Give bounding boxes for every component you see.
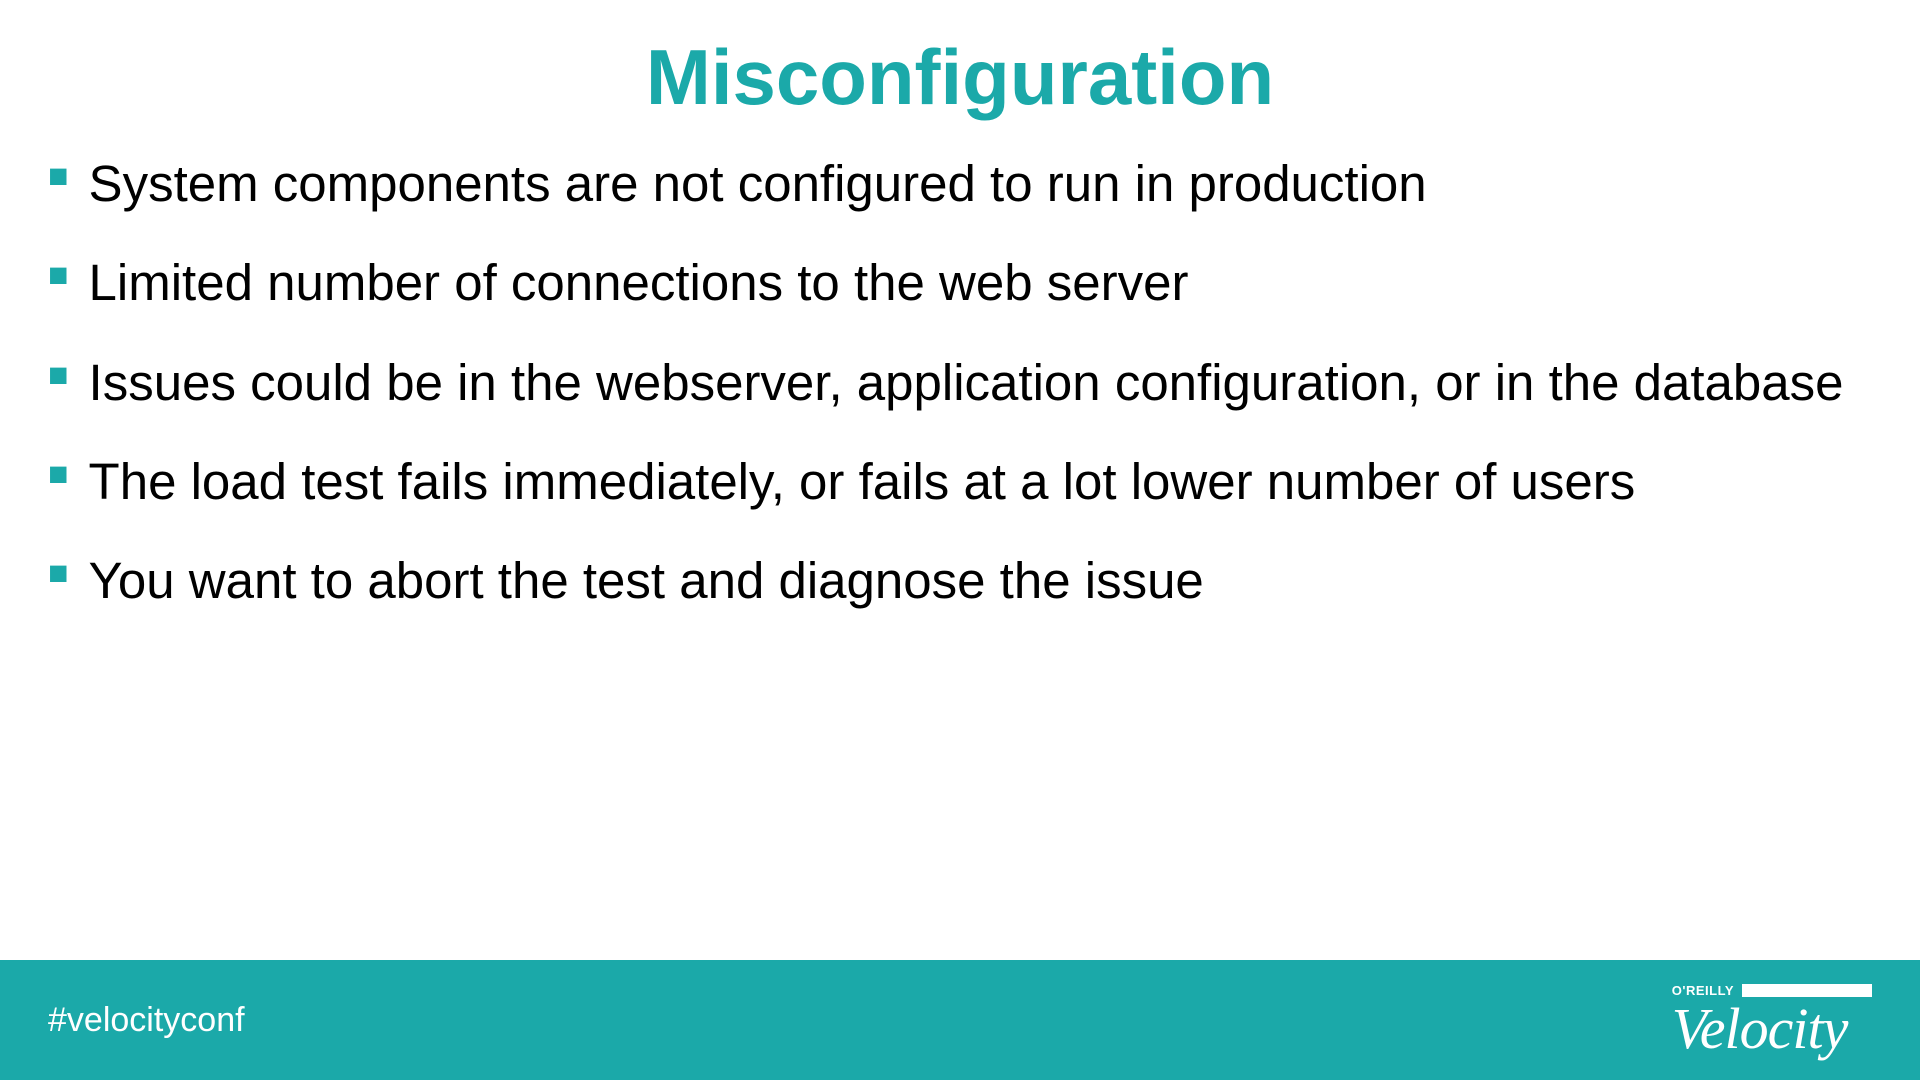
bullet-marker-icon: ■ <box>48 159 69 193</box>
velocity-wordmark: Velocity <box>1672 1000 1848 1058</box>
bullet-item: ■ Limited number of connections to the w… <box>48 250 1860 315</box>
bullet-text: The load test fails immediately, or fail… <box>89 449 1636 514</box>
bullet-item: ■ System components are not configured t… <box>48 151 1860 216</box>
bullet-marker-icon: ■ <box>48 258 69 292</box>
slide-footer: #velocityconf O'REILLY Velocity <box>0 960 1920 1080</box>
slide-title: Misconfiguration <box>0 0 1920 151</box>
bullet-item: ■ Issues could be in the webserver, appl… <box>48 350 1860 415</box>
bullet-marker-icon: ■ <box>48 358 69 392</box>
bullet-text: Issues could be in the webserver, applic… <box>89 350 1844 415</box>
oreilly-bar-icon <box>1742 984 1872 997</box>
slide-content: ■ System components are not configured t… <box>0 151 1920 613</box>
bullet-item: ■ You want to abort the test and diagnos… <box>48 548 1860 613</box>
bullet-marker-icon: ■ <box>48 556 69 590</box>
bullet-text: Limited number of connections to the web… <box>89 250 1189 315</box>
hashtag: #velocityconf <box>48 1001 245 1040</box>
bullet-marker-icon: ■ <box>48 457 69 491</box>
velocity-logo: O'REILLY Velocity <box>1672 983 1872 1058</box>
bullet-text: System components are not configured to … <box>89 151 1427 216</box>
bullet-text: You want to abort the test and diagnose … <box>89 548 1204 613</box>
bullet-item: ■ The load test fails immediately, or fa… <box>48 449 1860 514</box>
